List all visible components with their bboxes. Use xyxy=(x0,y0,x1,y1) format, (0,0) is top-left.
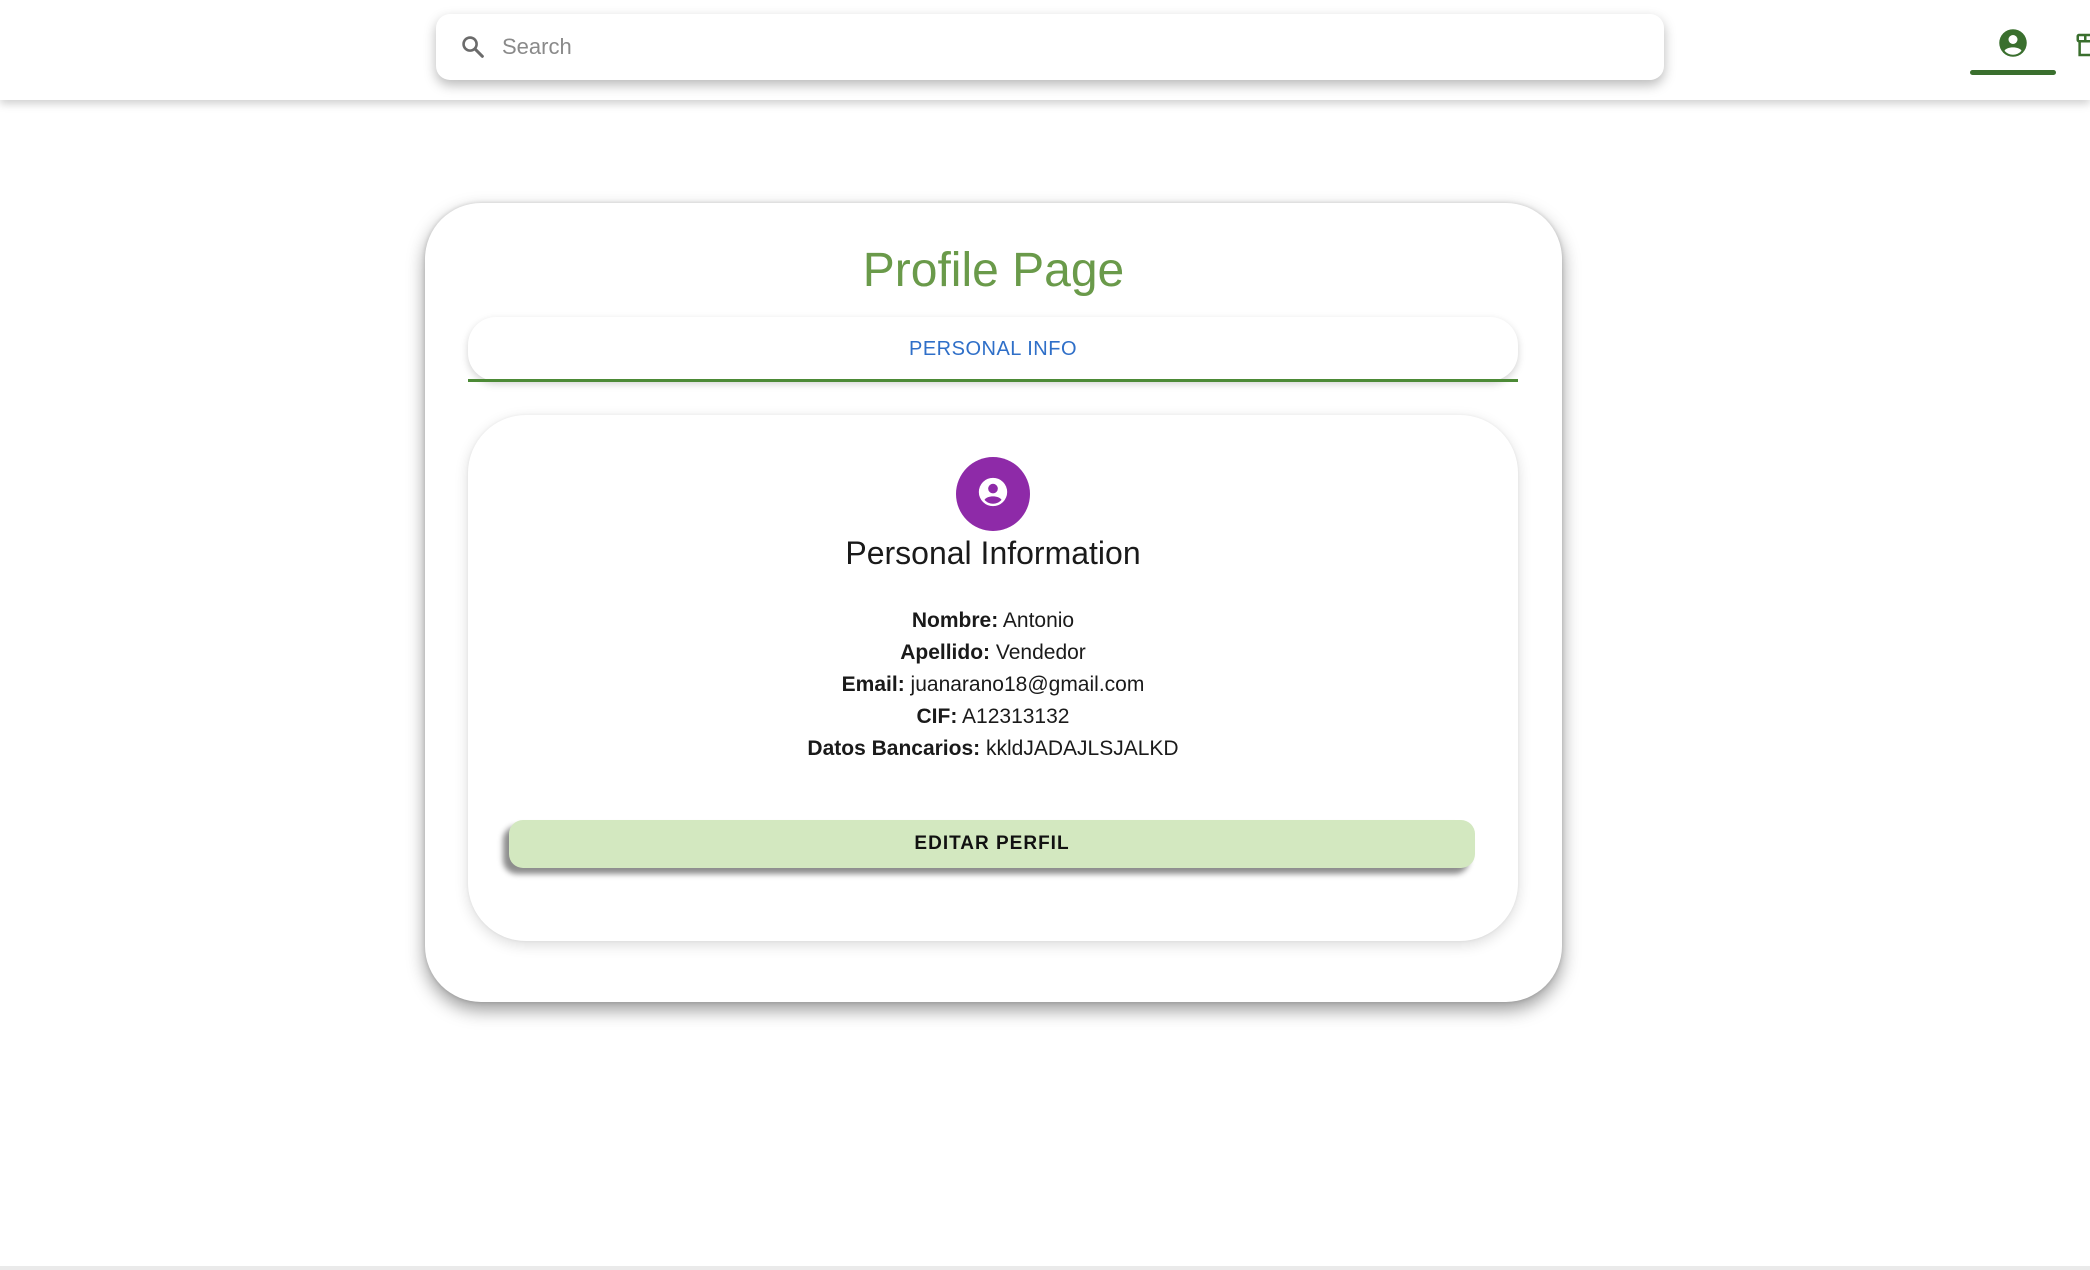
search-bar[interactable] xyxy=(436,14,1664,80)
profile-card: Profile Page PERSONAL INFO Personal Info… xyxy=(425,203,1562,1002)
field-value: juanarano18@gmail.com xyxy=(910,673,1145,696)
tab-personal-info[interactable]: PERSONAL INFO xyxy=(468,317,1518,381)
tab-bar: PERSONAL INFO xyxy=(468,317,1518,381)
nav-profile-button[interactable] xyxy=(1970,20,2056,76)
bottom-divider xyxy=(0,1266,2090,1270)
info-row-cif: CIF: A12313132 xyxy=(468,701,1518,733)
tab-active-indicator xyxy=(468,379,1518,382)
search-input[interactable] xyxy=(502,27,1602,67)
nav-active-indicator xyxy=(1970,70,2056,75)
top-app-bar xyxy=(0,0,2090,100)
account-circle-icon xyxy=(976,475,1010,514)
app-screen: Profile Page PERSONAL INFO Personal Info… xyxy=(0,0,2090,1270)
field-label: Apellido: xyxy=(900,641,991,664)
nav-store-button[interactable] xyxy=(2074,30,2090,60)
section-heading: Personal Information xyxy=(845,535,1141,571)
search-icon xyxy=(458,32,488,62)
field-label: Datos Bancarios: xyxy=(807,737,981,760)
field-value: Vendedor xyxy=(995,641,1086,664)
info-row-nombre: Nombre: Antonio xyxy=(468,605,1518,637)
field-label: Email: xyxy=(841,673,905,696)
field-value: Antonio xyxy=(1002,609,1075,632)
field-label: Nombre: xyxy=(911,609,999,632)
info-row-apellido: Apellido: Vendedor xyxy=(468,637,1518,669)
field-value: kkldJADAJLSJALKD xyxy=(985,737,1179,760)
field-value: A12313132 xyxy=(962,705,1070,728)
account-circle-icon xyxy=(1998,28,2028,63)
info-row-datos-bancarios: Datos Bancarios: kkldJADAJLSJALKD xyxy=(468,733,1518,765)
avatar xyxy=(956,457,1030,531)
storefront-icon xyxy=(2074,33,2090,60)
field-label: CIF: xyxy=(916,705,958,728)
personal-info-panel: Personal Information Nombre: Antonio Ape… xyxy=(468,415,1518,941)
page-title: Profile Page xyxy=(862,244,1125,297)
edit-profile-button[interactable]: EDITAR PERFIL xyxy=(509,820,1475,868)
info-row-email: Email: juanarano18@gmail.com xyxy=(468,669,1518,701)
info-list: Nombre: Antonio Apellido: Vendedor Email… xyxy=(468,605,1518,765)
